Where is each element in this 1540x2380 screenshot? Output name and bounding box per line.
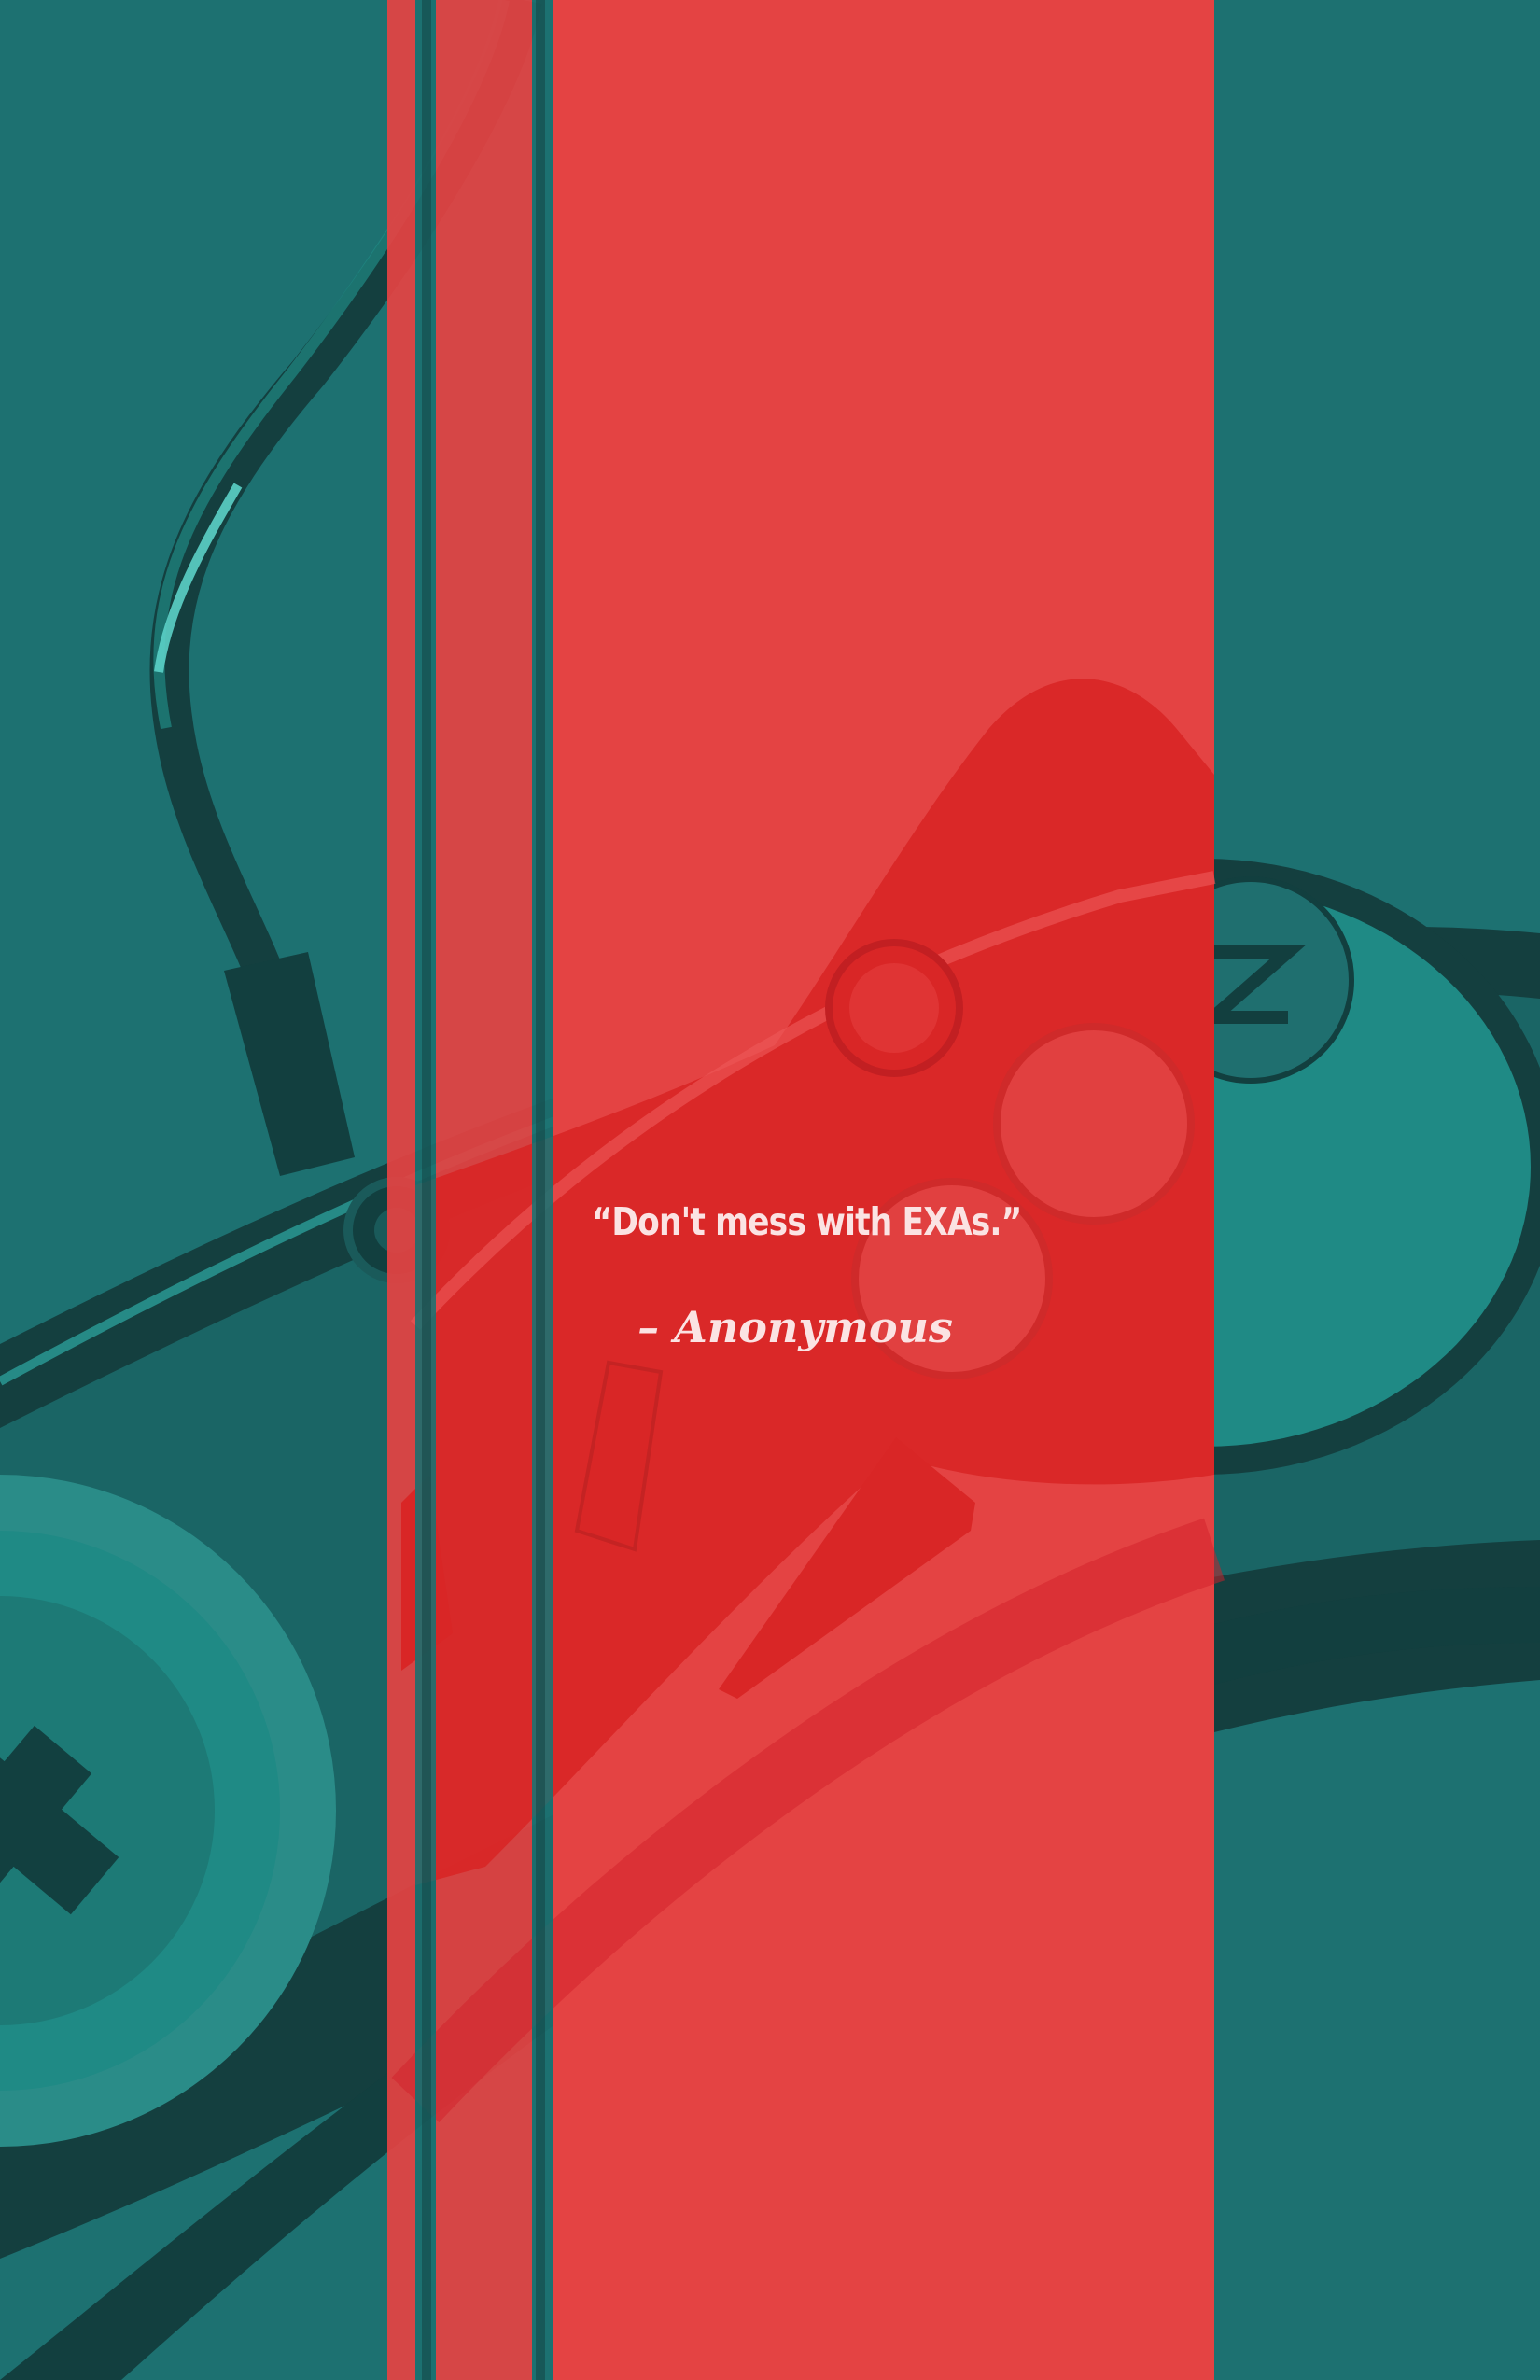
y-button-icon [993,1023,1195,1225]
quote-attribution: – Anonymous [637,1302,953,1352]
red-stripe-left [387,0,415,2380]
poster: “Don't mess with EXAs.” – Anonymous [0,0,1540,2380]
quote-text: “Don't mess with EXAs.” [591,1199,1023,1244]
quote-block: “Don't mess with EXAs.” – Anonymous [553,1199,1038,1352]
game-controller-illustration [0,0,1540,2380]
